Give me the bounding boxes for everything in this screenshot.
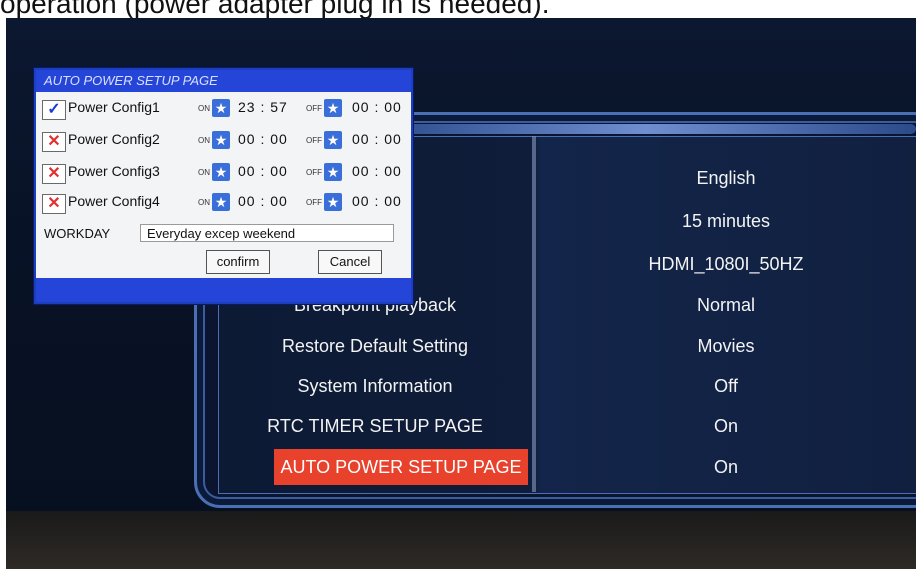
cross-icon[interactable]: ✕ — [42, 164, 66, 184]
off-label: OFF — [306, 104, 322, 113]
off-label: OFF — [306, 168, 322, 177]
menu-value-rtc: On — [713, 416, 738, 436]
confirm-button[interactable]: confirm — [206, 250, 270, 274]
menu-item-rtc-timer[interactable]: RTC TIMER SETUP PAGE — [216, 408, 534, 444]
star-icon[interactable]: ★ — [324, 193, 342, 211]
on-label: ON — [198, 136, 210, 145]
menu-value-restore: Movies — [697, 336, 755, 356]
power-config-row-2: ✕ Power Config2 ON ★ 00 : 00 OFF ★ 00 : … — [42, 130, 407, 154]
star-icon[interactable]: ★ — [324, 163, 342, 181]
workday-label: WORKDAY — [44, 226, 111, 241]
power-config-label: Power Config2 — [68, 131, 160, 147]
on-time-field[interactable]: 00 : 00 — [238, 163, 288, 179]
menu-value-language: English — [696, 168, 756, 188]
menu-item-system-information[interactable]: System Information — [216, 368, 534, 404]
dialog-title: AUTO POWER SETUP PAGE — [36, 70, 411, 92]
on-label: ON — [198, 198, 210, 207]
star-icon[interactable]: ★ — [212, 99, 230, 117]
star-icon[interactable]: ★ — [324, 131, 342, 149]
dialog-footer-bar — [36, 278, 411, 302]
menu-value-breakpoint: Normal — [696, 295, 755, 315]
cancel-button[interactable]: Cancel — [318, 250, 382, 274]
off-time-field[interactable]: 00 : 00 — [352, 99, 402, 115]
menu-top-bar — [376, 124, 916, 134]
power-config-label: Power Config1 — [68, 99, 160, 115]
auto-power-dialog: AUTO POWER SETUP PAGE ✓ Power Config1 ON… — [34, 68, 413, 304]
menu-value-auto-power: On — [713, 457, 738, 477]
on-label: ON — [198, 168, 210, 177]
off-time-field[interactable]: 00 : 00 — [352, 131, 402, 147]
star-icon[interactable]: ★ — [212, 163, 230, 181]
star-icon[interactable]: ★ — [212, 131, 230, 149]
power-config-row-4: ✕ Power Config4 ON ★ 00 : 00 OFF ★ 00 : … — [42, 192, 407, 216]
cross-icon[interactable]: ✕ — [42, 194, 66, 214]
star-icon[interactable]: ★ — [212, 193, 230, 211]
off-time-field[interactable]: 00 : 00 — [352, 163, 402, 179]
on-time-field[interactable]: 00 : 00 — [238, 131, 288, 147]
menu-value-system: Off — [714, 376, 738, 396]
menu-value-duration: 15 minutes — [681, 211, 771, 231]
off-label: OFF — [306, 198, 322, 207]
menu-item-restore-default[interactable]: Restore Default Setting — [216, 328, 534, 364]
workday-field[interactable]: Everyday excep weekend — [140, 224, 394, 242]
tv-bezel — [6, 511, 916, 569]
power-config-row-3: ✕ Power Config3 ON ★ 00 : 00 OFF ★ 00 : … — [42, 162, 407, 186]
star-icon[interactable]: ★ — [324, 99, 342, 117]
power-config-label: Power Config4 — [68, 193, 160, 209]
cross-icon[interactable]: ✕ — [42, 132, 66, 152]
power-config-label: Power Config3 — [68, 163, 160, 179]
power-config-row-1: ✓ Power Config1 ON ★ 23 : 57 OFF ★ 00 : … — [42, 98, 407, 122]
off-label: OFF — [306, 136, 322, 145]
on-time-field[interactable]: 00 : 00 — [238, 193, 288, 209]
off-time-field[interactable]: 00 : 00 — [352, 193, 402, 209]
on-time-field[interactable]: 23 : 57 — [238, 99, 288, 115]
tv-screen: Play ay DVD ect HDMI Breakpoint playback… — [6, 18, 916, 569]
menu-item-auto-power-selected[interactable]: AUTO POWER SETUP PAGE — [274, 449, 528, 485]
on-label: ON — [198, 104, 210, 113]
check-icon[interactable]: ✓ — [42, 100, 66, 120]
menu-value-hdmi: HDMI_1080I_50HZ — [648, 254, 804, 274]
